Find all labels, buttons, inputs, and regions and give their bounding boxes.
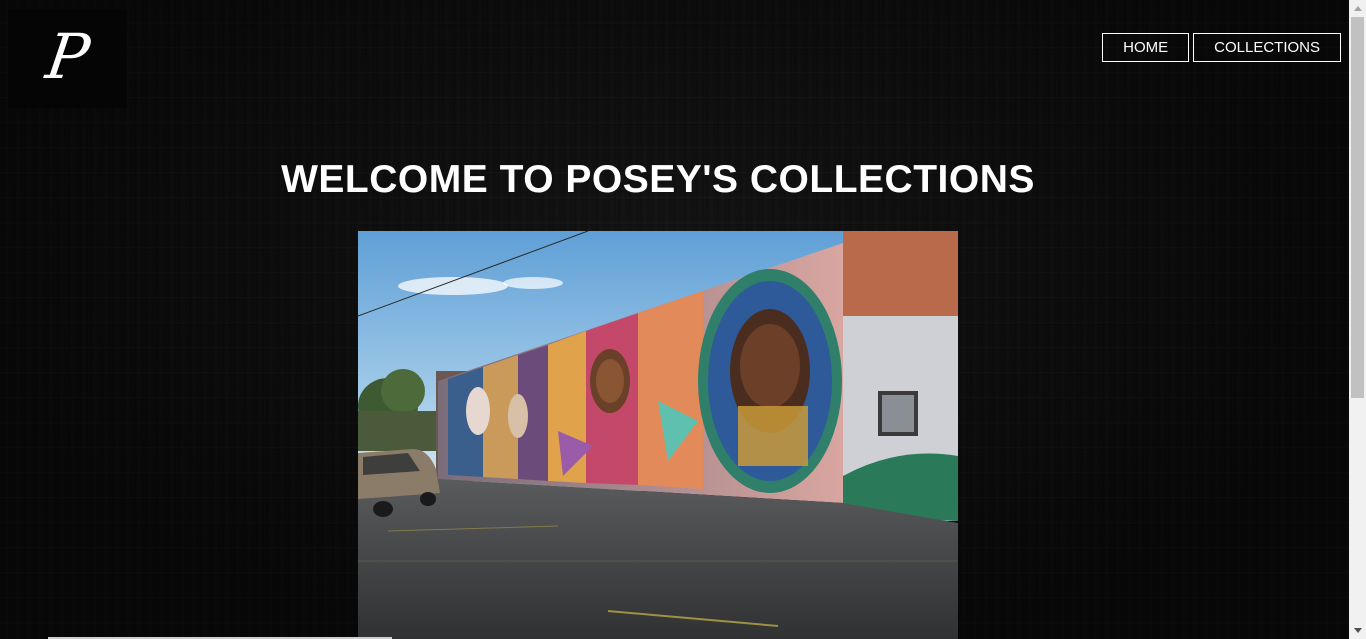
page-title: WELCOME TO POSEY'S COLLECTIONS [281, 158, 1035, 201]
chevron-down-icon[interactable] [1349, 622, 1366, 639]
site-logo[interactable]: P [8, 9, 127, 108]
chevron-up-icon[interactable] [1349, 0, 1366, 17]
hero-image-mural [358, 231, 958, 639]
logo-letter: P [41, 19, 94, 93]
page-background: P HOME COLLECTIONS WELCOME TO POSEY'S CO… [0, 0, 1349, 639]
main-nav: HOME COLLECTIONS [1102, 33, 1341, 62]
nav-home-button[interactable]: HOME [1102, 33, 1190, 62]
scroll-thumb[interactable] [1351, 17, 1364, 398]
mural-photo [358, 231, 958, 639]
vertical-scrollbar[interactable] [1349, 0, 1366, 639]
nav-collections-button[interactable]: COLLECTIONS [1193, 33, 1341, 62]
